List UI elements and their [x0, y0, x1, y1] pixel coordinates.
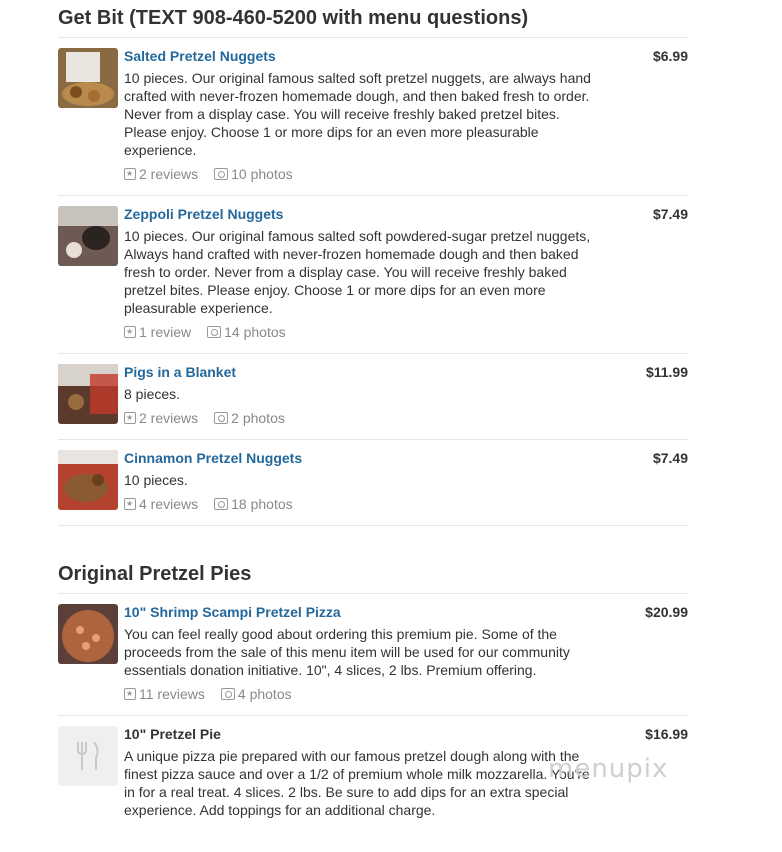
menu-item: 10" Shrimp Scampi Pretzel Pizza You can … [58, 594, 688, 716]
photos-link[interactable]: 14 photos [207, 323, 286, 341]
item-name-link[interactable]: Salted Pretzel Nuggets [124, 47, 592, 65]
menu-item: Zeppoli Pretzel Nuggets 10 pieces. Our o… [58, 196, 688, 354]
photos-link[interactable]: 4 photos [220, 685, 292, 703]
menu-item: Salted Pretzel Nuggets 10 pieces. Our or… [58, 38, 688, 196]
reviews-link[interactable]: 4 reviews [124, 495, 198, 513]
camera-icon [214, 498, 229, 510]
item-description: 10 pieces. Our original famous salted so… [124, 228, 591, 316]
item-thumbnail[interactable] [58, 48, 118, 108]
item-price: $7.49 [652, 206, 688, 222]
reviews-link[interactable]: 1 review [124, 323, 191, 341]
star-box-icon [124, 688, 136, 700]
star-box-icon [124, 498, 136, 510]
item-price: $11.99 [645, 364, 688, 380]
item-description: 10 pieces. [124, 472, 188, 488]
item-thumbnail[interactable] [58, 364, 118, 424]
photos-link[interactable]: 10 photos [214, 165, 293, 183]
item-price: $7.49 [652, 450, 688, 466]
item-thumbnail[interactable] [58, 604, 118, 664]
reviews-link[interactable]: 2 reviews [124, 165, 198, 183]
item-name: 10" Pretzel Pie [124, 726, 221, 742]
item-thumbnail[interactable] [58, 450, 118, 510]
reviews-link[interactable]: 11 reviews [124, 685, 205, 703]
item-description: 10 pieces. Our original famous salted so… [124, 70, 591, 158]
item-name-link[interactable]: 10" Shrimp Scampi Pretzel Pizza [124, 603, 592, 621]
photos-link[interactable]: 2 photos [214, 409, 285, 427]
star-box-icon [124, 326, 136, 338]
star-box-icon [124, 412, 136, 424]
reviews-link[interactable]: 2 reviews [124, 409, 198, 427]
item-name-link[interactable]: Pigs in a Blanket [124, 363, 592, 381]
camera-icon [214, 412, 229, 424]
item-description: You can feel really good about ordering … [124, 626, 570, 678]
camera-icon [207, 326, 222, 338]
item-thumbnail-placeholder [58, 726, 118, 786]
star-box-icon [124, 168, 136, 180]
camera-icon [214, 168, 229, 180]
fork-knife-icon [77, 741, 99, 770]
item-price: $6.99 [652, 48, 688, 64]
item-price: $16.99 [645, 726, 688, 742]
item-price: $20.99 [645, 604, 688, 620]
menu-content: Get Bit (TEXT 908-460-5200 with menu que… [58, 0, 688, 831]
watermark-logo: menupix [548, 754, 669, 784]
item-description: A unique pizza pie prepared with our fam… [124, 748, 590, 818]
item-name-link[interactable]: Cinnamon Pretzel Nuggets [124, 449, 592, 467]
menu-item: Cinnamon Pretzel Nuggets 10 pieces. 4 re… [58, 440, 688, 526]
item-thumbnail[interactable] [58, 206, 118, 266]
section-title: Original Pretzel Pies [58, 556, 688, 594]
menu-item: Pigs in a Blanket 8 pieces. 2 reviews 2 … [58, 354, 688, 440]
photos-link[interactable]: 18 photos [214, 495, 293, 513]
section-title: Get Bit (TEXT 908-460-5200 with menu que… [58, 0, 688, 38]
item-name-link[interactable]: Zeppoli Pretzel Nuggets [124, 205, 592, 223]
item-description: 8 pieces. [124, 386, 181, 402]
camera-icon [220, 688, 235, 700]
